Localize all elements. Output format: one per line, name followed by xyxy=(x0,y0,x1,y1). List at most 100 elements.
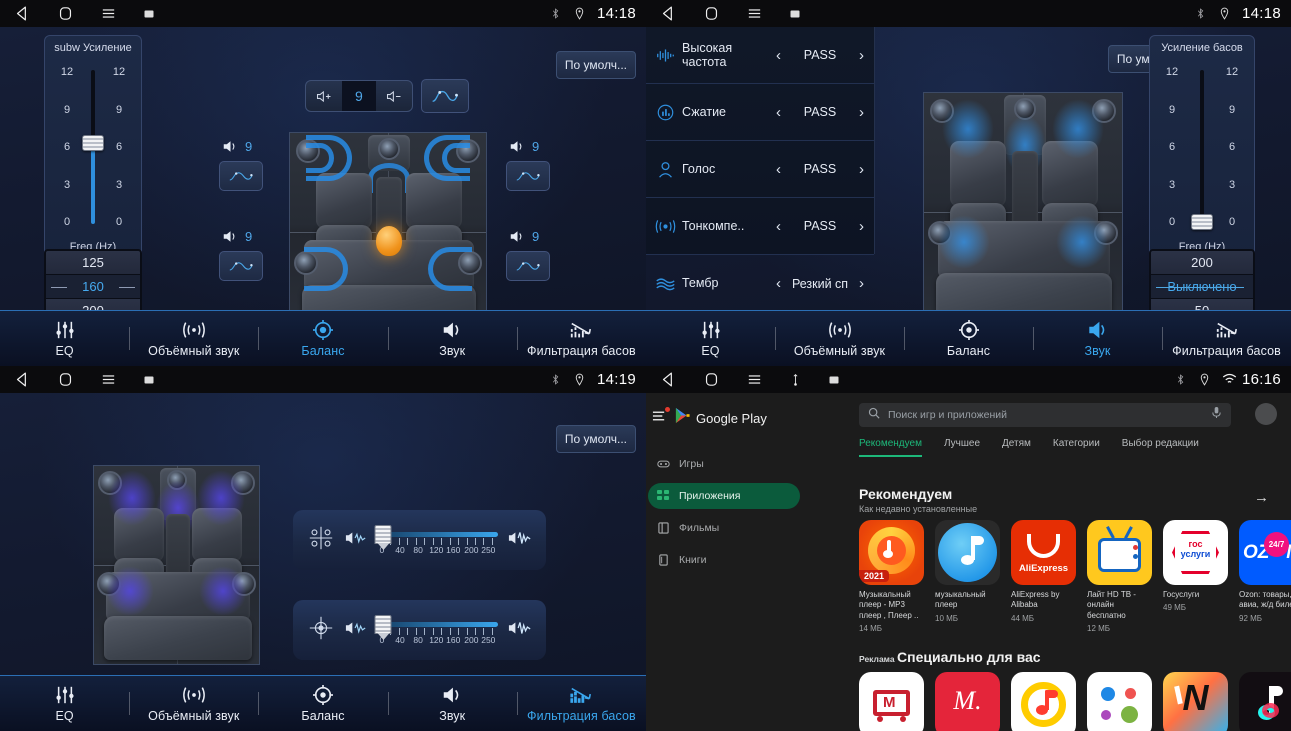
screenshot-icon[interactable] xyxy=(143,8,155,20)
freq-option[interactable]: 200 xyxy=(1151,251,1253,274)
listening-position-marker[interactable] xyxy=(376,226,402,256)
chevron-left-icon[interactable]: ‹ xyxy=(772,104,785,121)
tab-eq[interactable]: EQ xyxy=(0,311,129,366)
search-bar[interactable]: Поиск игр и приложений xyxy=(859,403,1231,427)
app-cell[interactable]: N xyxy=(1163,672,1228,731)
tab-balance[interactable]: Баланс xyxy=(904,311,1033,366)
bass-gain-slider[interactable]: 12 9 6 3 0 12 9 6 3 0 xyxy=(1150,58,1254,236)
app-cell[interactable]: AliExpress AliExpress by Alibaba 44 МБ xyxy=(1011,520,1076,633)
chevron-right-icon[interactable]: › xyxy=(855,218,868,235)
tab-sound[interactable]: Звук xyxy=(387,676,517,731)
chevron-left-icon[interactable]: ‹ xyxy=(772,275,785,292)
screenshot-icon[interactable] xyxy=(143,374,155,386)
tab-surround[interactable]: Объёмный звук xyxy=(129,676,258,731)
tab-sound[interactable]: Звук xyxy=(1033,311,1162,366)
app-cell[interactable]: 2021 Музыкальный плеер - MP3 плеер , Пле… xyxy=(859,520,924,633)
chevron-right-icon[interactable]: › xyxy=(855,161,868,178)
tab-categories[interactable]: Категории xyxy=(1053,438,1100,457)
chevron-right-icon[interactable]: › xyxy=(855,275,868,292)
default-button-bassfilter[interactable]: По умолч... xyxy=(555,425,636,453)
tab-eq[interactable]: EQ xyxy=(0,676,129,731)
tab-bass-filter[interactable]: Фильтрация басов xyxy=(516,676,646,731)
crossover-track-speakers[interactable]: 0 40 80 120 160 200 250 xyxy=(374,523,498,557)
high-wave-icon xyxy=(508,530,532,551)
master-curve-button[interactable] xyxy=(420,79,469,113)
car-cabin-sound[interactable] xyxy=(923,92,1123,332)
default-button-balance[interactable]: По умолч... xyxy=(555,51,636,79)
app-cell[interactable]: M xyxy=(859,672,924,731)
tab-balance[interactable]: Баланс xyxy=(258,676,387,731)
tab-label: Баланс xyxy=(946,344,991,358)
section-more-arrow-icon[interactable]: → xyxy=(1254,489,1269,506)
app-cell[interactable]: M. xyxy=(935,672,1000,731)
crossover-track-subwoofer[interactable]: 0 40 80 120 160 200 250 xyxy=(374,613,498,647)
speaker-curve-button[interactable] xyxy=(506,251,550,281)
chevron-right-icon[interactable]: › xyxy=(855,47,868,64)
app-cell[interactable]: гос услуги Госуслуги 49 МБ xyxy=(1163,520,1228,633)
crossover-thumb-subwoofer[interactable] xyxy=(374,615,392,640)
tab-kids[interactable]: Детям xyxy=(1002,438,1031,457)
chevron-left-icon[interactable]: ‹ xyxy=(772,161,785,178)
menu-icon[interactable] xyxy=(746,5,763,22)
app-cell[interactable]: музыкальный плеер 10 МБ xyxy=(935,520,1000,633)
screenshot-icon[interactable] xyxy=(789,8,801,20)
app-cell[interactable] xyxy=(1239,672,1291,731)
bass-gain-thumb[interactable] xyxy=(1191,213,1213,230)
list-row-voice[interactable]: Голос ‹ PASS › xyxy=(646,141,874,198)
app-cell[interactable]: OZ N 24/7 Ozon: товары, авиа, ж/д билеты… xyxy=(1239,520,1291,633)
list-row-timbre[interactable]: Тембр ‹ Резкий сп › xyxy=(646,255,874,312)
home-icon[interactable] xyxy=(57,5,74,22)
car-cabin-balance[interactable] xyxy=(289,132,487,332)
tab-editors-choice[interactable]: Выбор редакции xyxy=(1122,438,1199,457)
seat-front-right-back xyxy=(406,173,462,229)
microphone-icon[interactable] xyxy=(1211,406,1222,424)
search-input[interactable]: Поиск игр и приложений xyxy=(888,409,1203,421)
tab-bass-filter[interactable]: Фильтрация басов xyxy=(1162,311,1291,366)
wave-front-right-inner xyxy=(442,143,470,173)
menu-icon[interactable] xyxy=(100,371,117,388)
freq-option-selected[interactable]: Выключено xyxy=(1151,274,1253,298)
speaker-curve-button[interactable] xyxy=(506,161,550,191)
avatar[interactable] xyxy=(1255,403,1277,425)
chevron-left-icon[interactable]: ‹ xyxy=(772,47,785,64)
menu-icon[interactable] xyxy=(746,371,763,388)
list-row-compression[interactable]: Сжатие ‹ PASS › xyxy=(646,84,874,141)
back-icon[interactable] xyxy=(14,371,31,388)
list-row-loudness[interactable]: Тонкомпе.. ‹ PASS › xyxy=(646,198,874,255)
home-icon[interactable] xyxy=(703,371,720,388)
chevron-left-icon[interactable]: ‹ xyxy=(772,218,785,235)
home-icon[interactable] xyxy=(57,371,74,388)
car-cabin-bassfilter[interactable] xyxy=(93,465,260,665)
app-cell[interactable] xyxy=(1011,672,1076,731)
speaker-curve-button[interactable] xyxy=(219,161,263,191)
back-icon[interactable] xyxy=(660,5,677,22)
menu-icon[interactable] xyxy=(100,5,117,22)
tab-recommended[interactable]: Рекомендуем xyxy=(859,438,922,457)
home-icon[interactable] xyxy=(703,5,720,22)
hamburger-icon[interactable] xyxy=(652,407,670,427)
tab-surround[interactable]: Объёмный звук xyxy=(129,311,258,366)
back-icon[interactable] xyxy=(14,5,31,22)
tab-bass-filter[interactable]: Фильтрация басов xyxy=(516,311,646,366)
crossover-thumb-speakers[interactable] xyxy=(374,525,392,550)
tab-top[interactable]: Лучшее xyxy=(944,438,980,457)
app-cell[interactable] xyxy=(1087,672,1152,731)
subw-gain-slider[interactable]: 12 9 6 3 0 12 9 6 3 0 xyxy=(45,58,141,236)
freq-option[interactable]: 125 xyxy=(46,251,140,274)
speaker-curve-button[interactable] xyxy=(219,251,263,281)
tab-eq[interactable]: EQ xyxy=(646,311,775,366)
freq-option-selected[interactable]: 160 xyxy=(46,274,140,298)
tab-surround[interactable]: Объёмный звук xyxy=(775,311,904,366)
volume-down-button[interactable] xyxy=(376,83,412,110)
screenshot-icon[interactable] xyxy=(828,374,840,386)
volume-up-button[interactable] xyxy=(306,83,342,110)
tab-balance[interactable]: Баланс xyxy=(258,311,387,366)
tab-sound[interactable]: Звук xyxy=(387,311,517,366)
wave-rear-left xyxy=(304,247,348,291)
chevron-right-icon[interactable]: › xyxy=(855,104,868,121)
list-row-high-frequency[interactable]: Высокая частота ‹ PASS › xyxy=(646,27,874,84)
subw-gain-thumb[interactable] xyxy=(82,135,104,152)
app-cell[interactable]: Лайт HD ТВ - онлайн бесплатно 12 МБ xyxy=(1087,520,1152,633)
low-wave-icon xyxy=(345,530,367,551)
back-icon[interactable] xyxy=(660,371,677,388)
